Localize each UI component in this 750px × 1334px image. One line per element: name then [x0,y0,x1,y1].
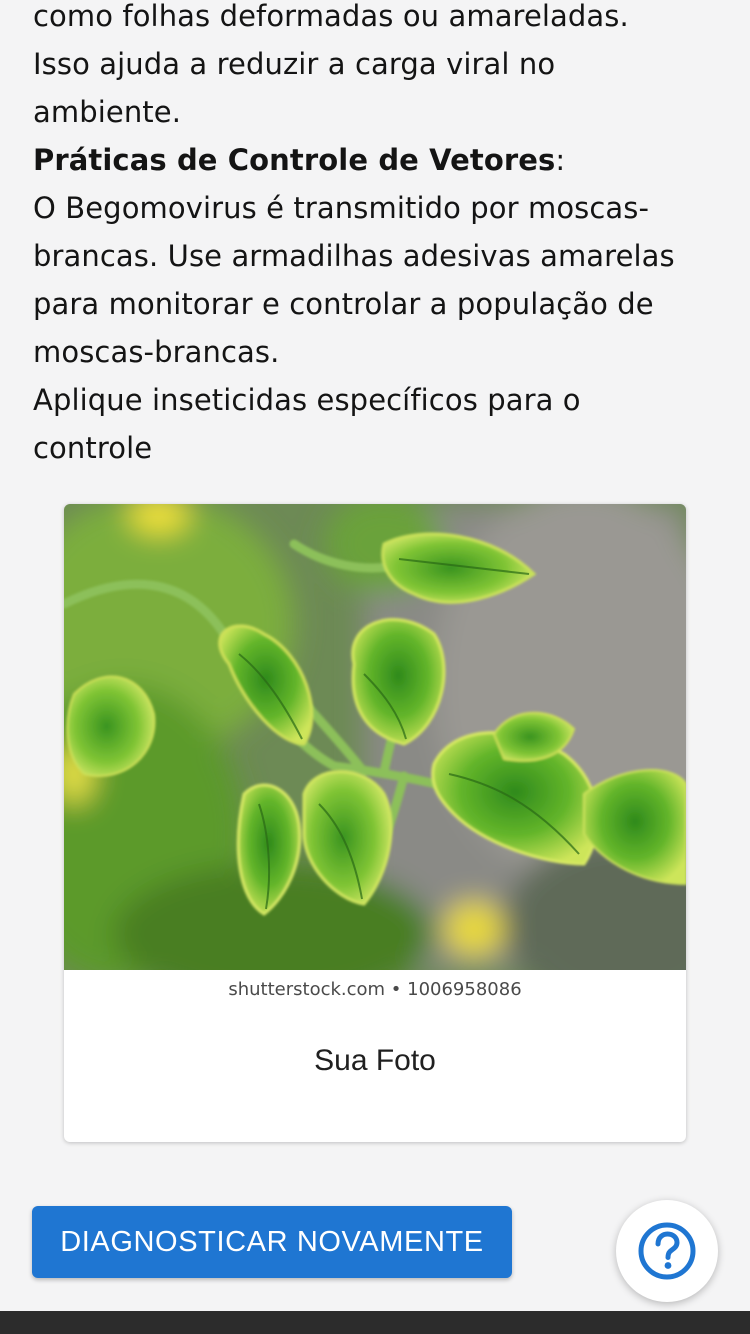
text-line: O Begomovirus é transmitido por moscas- [33,191,650,225]
heading-colon: : [555,143,566,177]
text-line: controle [33,431,153,465]
text-line: moscas-brancas. [33,335,280,369]
text-line: para monitorar e controlar a população d… [33,287,654,321]
heading-text: Práticas de Controle de Vetores [33,143,556,177]
diagnose-again-button[interactable]: DIAGNOSTICAR NOVAMENTE [32,1206,512,1278]
article-text: como folhas deformadas ou amareladas. Is… [33,0,723,472]
photo-card: shutterstock.com • 1006958086 Sua Foto [64,504,686,1142]
text-line: ambiente. [33,95,182,129]
text-line: brancas. Use armadilhas adesivas amarela… [33,239,675,273]
photo-caption: Sua Foto [314,1044,436,1077]
text-line: como folhas deformadas ou amareladas. [33,0,629,33]
text-line: Aplique inseticidas específicos para o [33,383,581,417]
photo-watermark: shutterstock.com • 1006958086 [64,970,686,1010]
system-navigation-bar [0,1311,750,1334]
section-heading: Práticas de Controle de Vetores: [33,136,723,184]
question-circle-icon [638,1222,696,1280]
plant-photo [64,504,686,970]
text-line: Isso ajuda a reduzir a carga viral no [33,47,556,81]
help-button[interactable] [616,1200,718,1302]
